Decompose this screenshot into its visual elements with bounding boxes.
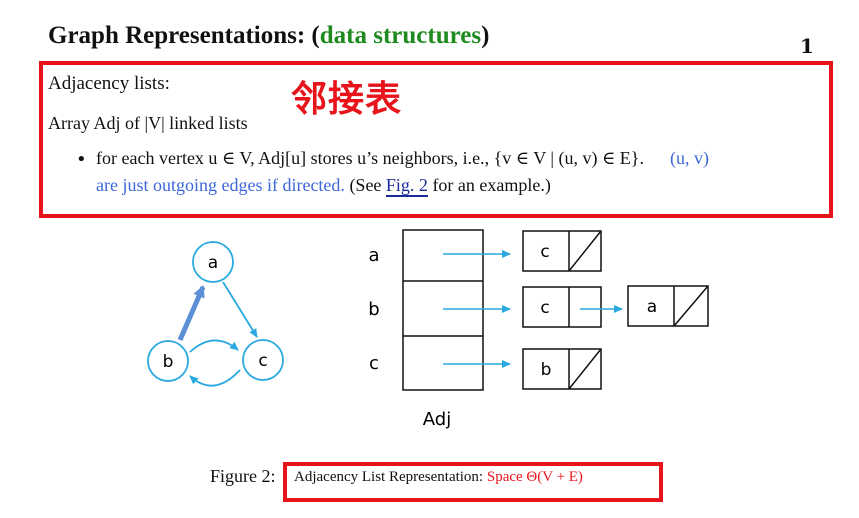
- figure-caption-text: Adjacency List Representation: Space Θ(V…: [294, 469, 583, 485]
- svg-text:a: a: [647, 297, 657, 317]
- edge-b-to-c: [189, 339, 239, 353]
- row-label-a: a: [368, 245, 379, 266]
- adj-array-label: Adj: [423, 409, 451, 430]
- row-label-c: c: [369, 353, 379, 374]
- adjacency-figure: a b c a b c Adj c c a b: [147, 229, 709, 430]
- svg-text:c: c: [258, 351, 267, 371]
- space-complexity: Space Θ(V + E): [486, 469, 583, 485]
- svg-text:c: c: [540, 298, 549, 318]
- list-node-a-c: c: [522, 230, 602, 272]
- graph-node-a: a: [192, 241, 234, 283]
- svg-text:b: b: [163, 352, 174, 372]
- graph-node-c: c: [242, 339, 284, 381]
- edge-b-to-a: [177, 285, 206, 341]
- edge-c-to-b: [189, 369, 241, 387]
- list-node-b-a: a: [627, 285, 709, 327]
- svg-text:a: a: [208, 253, 218, 273]
- svg-text:b: b: [541, 360, 552, 380]
- figure-caption-label: Figure 2:: [210, 466, 276, 486]
- svg-text:c: c: [540, 242, 549, 262]
- list-node-b-c: c: [522, 286, 602, 328]
- row-label-b: b: [368, 299, 379, 320]
- graph-node-b: b: [147, 340, 189, 382]
- list-node-c-b: b: [522, 348, 602, 390]
- edge-a-to-c: [222, 281, 258, 338]
